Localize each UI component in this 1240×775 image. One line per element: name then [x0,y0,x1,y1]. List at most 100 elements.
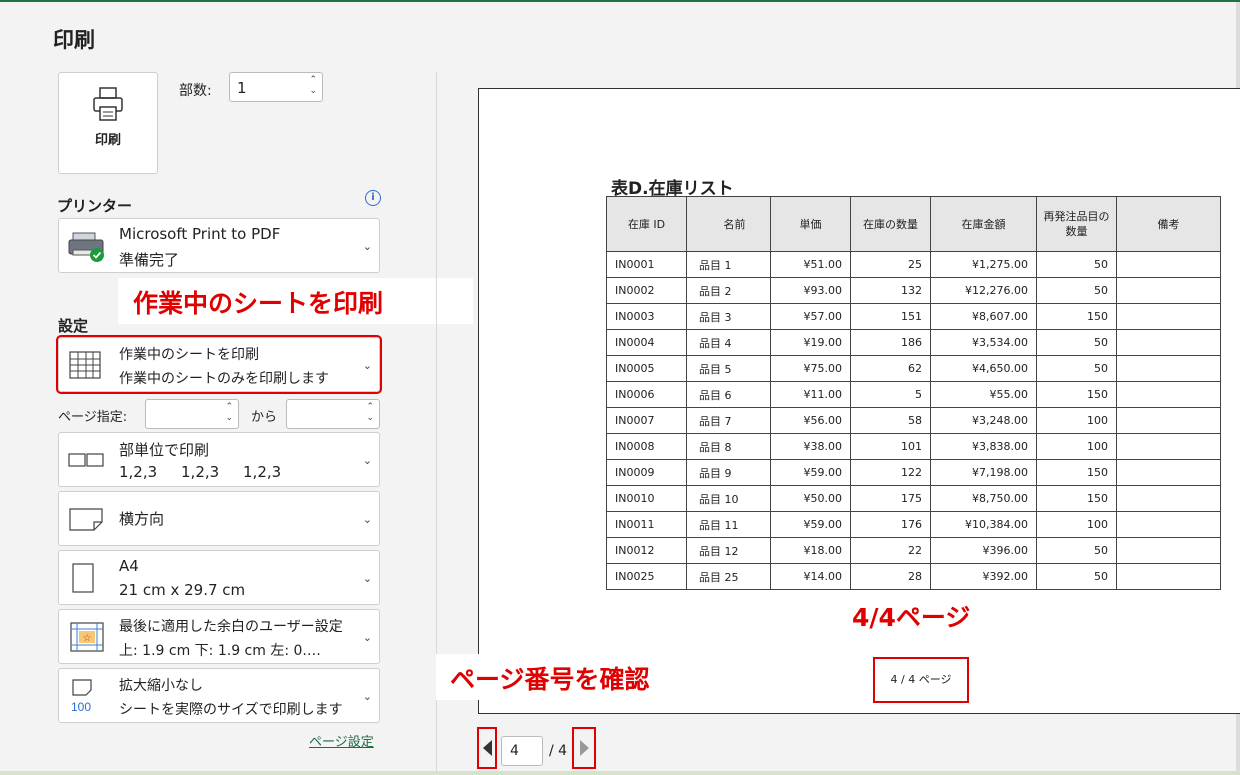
table-cell: ¥3,248.00 [930,407,1037,434]
printer-name: Microsoft Print to PDF [119,225,281,243]
page-from-input[interactable]: ⌃ ⌄ [145,399,239,429]
table-cell: ¥3,838.00 [930,433,1037,460]
callout-check-page-number-text: ページ番号を確認 [450,665,650,694]
table-cell: ¥7,198.00 [930,459,1037,486]
chevron-down-icon: ⌄ [362,512,372,526]
table-cell: 58 [850,407,931,434]
table-row: IN0008 品目 8 ¥38.00 101 ¥3,838.00 100 [606,433,1221,460]
table-cell: 50 [1036,329,1117,356]
page-range-label: ページ指定: [58,410,128,425]
chevron-down-icon: ⌄ [362,239,372,253]
page-range-to-label: から [251,410,278,425]
column-header: 名前 [686,196,771,252]
table-cell: 5 [850,381,931,408]
page-setup-link[interactable]: ページ設定 [309,731,374,750]
triangle-left-icon [483,740,492,756]
table-cell: ¥8,750.00 [930,485,1037,512]
collate-icon [68,452,104,467]
table-cell: IN0011 [606,511,687,538]
table-cell: 100 [1036,407,1117,434]
paper-size-dropdown[interactable]: A4 21 cm x 29.7 cm ⌄ [58,550,380,605]
table-cell: 25 [850,251,931,278]
table-cell [1116,381,1221,408]
table-cell: ¥10,384.00 [930,511,1037,538]
table-cell: ¥1,275.00 [930,251,1037,278]
spin-arrows-icon[interactable]: ⌃ ⌄ [366,402,374,424]
table-cell: ¥75.00 [770,355,851,382]
table-cell: ¥56.00 [770,407,851,434]
landscape-icon [69,507,103,531]
printer-heading: プリンター [57,197,133,215]
column-header: 備考 [1116,196,1221,252]
table-cell [1116,355,1221,382]
table-cell: 品目 7 [686,407,771,434]
chevron-down-icon: ⌄ [362,630,372,644]
table-cell [1116,251,1221,278]
callout-print-active-sheet: 作業中のシートを印刷 [118,278,473,324]
orientation-title: 横方向 [119,510,165,528]
table-cell: ¥59.00 [770,511,851,538]
table-cell: ¥59.00 [770,459,851,486]
table-cell: ¥57.00 [770,303,851,330]
svg-text:☆: ☆ [83,633,92,644]
table-cell: ¥51.00 [770,251,851,278]
print-scope-dropdown[interactable]: 作業中のシートを印刷 作業中のシートのみを印刷します ⌄ [56,335,382,394]
table-cell: IN0010 [606,485,687,512]
spin-arrows-icon[interactable]: ⌃ ⌄ [225,402,233,424]
table-cell: IN0012 [606,537,687,564]
table-cell [1116,433,1221,460]
printer-dropdown[interactable]: Microsoft Print to PDF 準備完了 ⌄ [58,218,380,273]
table-row: IN0004 品目 4 ¥19.00 186 ¥3,534.00 50 [606,329,1221,356]
table-cell: ¥396.00 [930,537,1037,564]
table-cell [1116,459,1221,486]
copies-label: 部数: [179,83,212,99]
current-page-input[interactable]: 4 [501,736,543,766]
table-cell [1116,329,1221,356]
copies-stepper[interactable]: 1 ⌃ ⌄ [229,72,323,102]
page-to-input[interactable]: ⌃ ⌄ [286,399,380,429]
table-cell [1116,563,1221,590]
table-cell: IN0003 [606,303,687,330]
printer-icon [93,87,123,121]
total-pages-label: / 4 [549,743,568,759]
table-cell: 132 [850,277,931,304]
table-cell: ¥19.00 [770,329,851,356]
page-title: 印刷 [53,28,95,52]
info-icon[interactable]: i [365,190,381,206]
table-cell: IN0001 [606,251,687,278]
chevron-down-icon: ⌄ [362,571,372,585]
print-button-label: 印刷 [94,133,121,148]
scaling-title: 拡大縮小なし [119,678,203,694]
table-cell: 50 [1036,277,1117,304]
table-cell: ¥4,650.00 [930,355,1037,382]
table-cell: 品目 6 [686,381,771,408]
sheet-grid-icon [69,350,101,379]
next-page-button[interactable] [572,727,596,769]
table-cell: ¥8,607.00 [930,303,1037,330]
table-cell [1116,511,1221,538]
printer-status: 準備完了 [119,251,180,269]
table-cell: 品目 4 [686,329,771,356]
table-cell: 50 [1036,355,1117,382]
previous-page-button[interactable] [477,727,497,769]
settings-heading: 設定 [58,317,89,335]
table-cell: 151 [850,303,931,330]
table-cell: 101 [850,433,931,460]
table-cell: 28 [850,563,931,590]
collate-dropdown[interactable]: 部単位で印刷 1,2,3 1,2,3 1,2,3 ⌄ [58,432,380,487]
table-row: IN0025 品目 25 ¥14.00 28 ¥392.00 50 [606,563,1221,590]
table-cell: 176 [850,511,931,538]
table-cell: 品目 10 [686,485,771,512]
column-header: 在庫金額 [930,196,1037,252]
table-cell: IN0025 [606,563,687,590]
print-button[interactable]: 印刷 [58,72,158,174]
table-row: IN0012 品目 12 ¥18.00 22 ¥396.00 50 [606,537,1221,564]
spin-arrows-icon[interactable]: ⌃ ⌄ [309,75,317,97]
table-cell: ¥50.00 [770,485,851,512]
scaling-dropdown[interactable]: 100 拡大縮小なし シートを実際のサイズで印刷します ⌄ [58,668,380,723]
orientation-dropdown[interactable]: 横方向 ⌄ [58,491,380,546]
window-bottom-edge [0,771,1240,775]
margins-dropdown[interactable]: ☆ 最後に適用した余白のユーザー設定 上: 1.9 cm 下: 1.9 cm 左… [58,609,380,664]
table-cell: ¥11.00 [770,381,851,408]
table-cell: ¥55.00 [930,381,1037,408]
